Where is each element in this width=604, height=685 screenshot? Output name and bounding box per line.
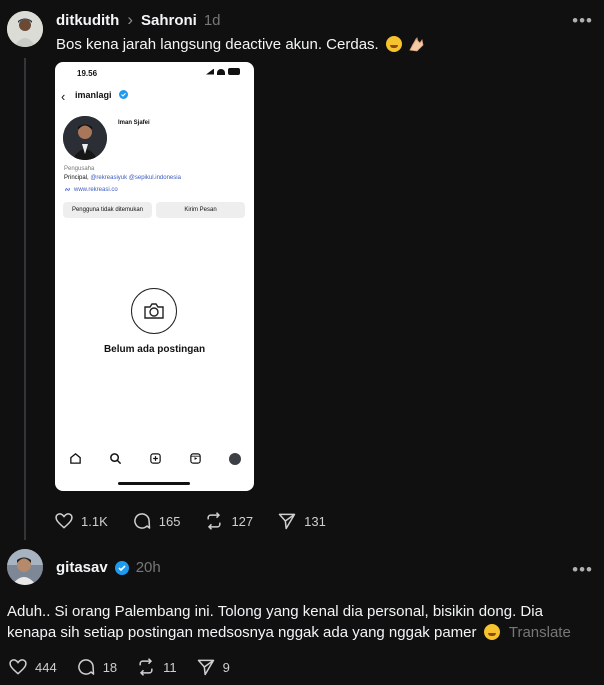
bottom-tab-bar	[55, 452, 254, 465]
share-count: 9	[222, 659, 230, 675]
status-time: 19.56	[77, 69, 98, 78]
repost-button[interactable]: 127	[204, 511, 253, 531]
send-message-button: Kirim Pesan	[156, 202, 245, 218]
reply-button[interactable]: 165	[132, 511, 181, 531]
profile-person-icon	[63, 116, 107, 160]
like-button[interactable]: 1.1K	[54, 511, 108, 531]
repost-icon	[207, 512, 222, 530]
avatar[interactable]	[7, 549, 43, 585]
reels-icon	[189, 453, 201, 464]
verified-badge-icon	[119, 90, 128, 99]
reply-button[interactable]: 18	[76, 657, 117, 677]
embedded-profile-screenshot[interactable]: 19.56 ‹ imanlagi Iman Sjafei Pengusaha P…	[55, 62, 254, 491]
rofl-emoji-icon	[385, 36, 402, 52]
reply-to-username[interactable]: Sahroni	[141, 12, 197, 29]
post-actions: 444 18 11 9	[8, 657, 230, 677]
search-icon	[109, 453, 121, 465]
signal-icon	[206, 68, 214, 75]
like-count: 444	[35, 659, 57, 675]
verified-badge-icon	[114, 560, 129, 575]
profile-tab-avatar	[228, 452, 241, 465]
back-arrow-icon: ‹	[61, 89, 66, 104]
website-text: www.rekreasi.co	[74, 186, 118, 193]
share-button[interactable]: 131	[277, 511, 326, 531]
author-username[interactable]: gitasav	[56, 559, 108, 576]
comment-icon	[133, 513, 150, 529]
home-indicator	[118, 482, 190, 485]
home-icon	[69, 453, 81, 464]
repost-count: 11	[163, 659, 177, 675]
avatar-person-icon	[7, 549, 43, 585]
bio-tag: @sepikul.indonesia	[128, 175, 181, 181]
empty-posts-title: Belum ada postingan	[103, 344, 206, 355]
camera-icon	[131, 288, 177, 334]
repost-button[interactable]: 11	[136, 657, 177, 677]
profile-occupation: Pengusaha	[64, 166, 95, 172]
avatar-person-icon	[7, 11, 43, 47]
post-header: gitasav 20h	[56, 559, 161, 576]
thread-line	[24, 58, 26, 540]
more-options-icon[interactable]: •••	[572, 12, 593, 29]
comment-icon	[77, 659, 94, 675]
profile-name: Iman Sjafei	[118, 120, 150, 126]
post-text: Aduh.. Si orang Palembang ini. Tolong ya…	[7, 601, 592, 643]
send-icon	[278, 513, 296, 530]
chevron-right-icon: ›	[127, 10, 133, 29]
post-actions: 1.1K 165 127 131	[54, 511, 326, 531]
link-icon	[65, 187, 70, 192]
more-options-icon[interactable]: •••	[572, 561, 593, 578]
rofl-emoji-icon	[483, 624, 500, 640]
translate-link[interactable]: Translate	[509, 624, 571, 641]
share-count: 131	[304, 513, 326, 529]
wifi-icon	[217, 68, 225, 75]
post-time: 20h	[135, 559, 161, 576]
add-post-icon	[149, 453, 161, 464]
share-button[interactable]: 9	[196, 657, 230, 677]
reply-count: 18	[102, 659, 118, 675]
bio-prefix: Principal,	[64, 175, 91, 181]
post-body: Aduh.. Si orang Palembang ini. Tolong ya…	[7, 603, 543, 641]
profile-bio: Principal, @rekreasiyuk @sepikul.indones…	[64, 175, 181, 181]
like-button[interactable]: 444	[8, 657, 57, 677]
battery-icon	[228, 68, 240, 75]
profile-photo	[63, 116, 107, 160]
like-count: 1.1K	[81, 513, 108, 529]
author-username[interactable]: ditkudith	[56, 12, 119, 29]
bio-tag: @rekreasiyuk	[90, 175, 128, 181]
send-icon	[197, 659, 214, 676]
profile-handle: imanlagi	[75, 90, 112, 100]
heart-icon	[55, 513, 73, 529]
post-body: Bos kena jarah langsung deactive akun. C…	[56, 36, 379, 53]
post-time: 1d	[203, 11, 221, 29]
heart-icon	[9, 659, 27, 675]
status-icons	[206, 68, 240, 75]
repost-icon	[139, 658, 153, 676]
reply-count: 165	[158, 513, 181, 529]
clap-emoji-icon	[409, 36, 424, 52]
profile-website: www.rekreasi.co	[64, 186, 118, 193]
repost-count: 127	[231, 513, 254, 529]
user-not-found-button: Pengguna tidak ditemukan	[63, 202, 152, 218]
post-header: ditkudith › Sahroni 1d	[56, 10, 221, 30]
post-text: Bos kena jarah langsung deactive akun. C…	[56, 35, 425, 55]
avatar[interactable]	[7, 11, 43, 47]
